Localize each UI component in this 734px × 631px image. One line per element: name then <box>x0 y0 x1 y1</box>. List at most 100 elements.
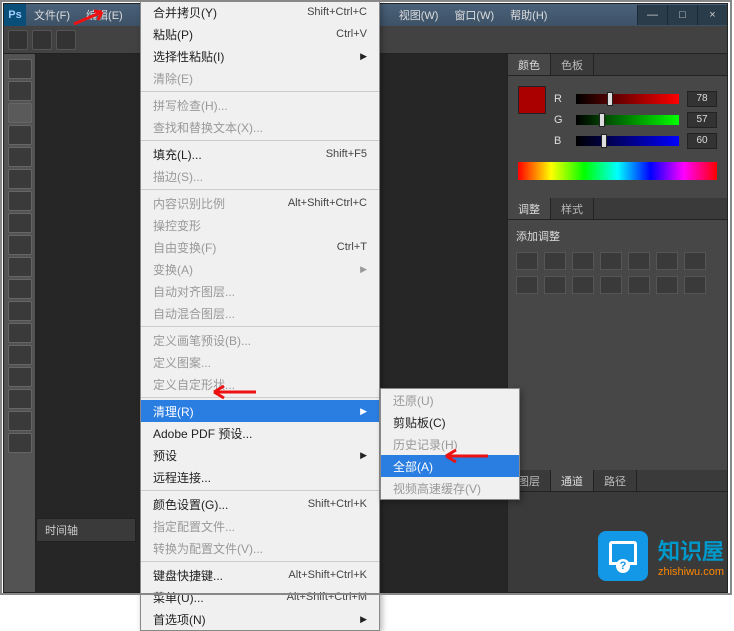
tab-color[interactable]: 颜色 <box>508 54 551 75</box>
adj-posterize-icon[interactable] <box>628 276 650 294</box>
channel-g-label: G <box>554 114 568 126</box>
slider-r[interactable] <box>576 94 679 104</box>
edit-menu-item-6: 查找和替换文本(X)... <box>141 116 379 138</box>
menu-file[interactable]: 文件(F) <box>26 4 78 26</box>
window-minimize[interactable]: — <box>637 5 667 25</box>
edit-menu-item-23[interactable]: Adobe PDF 预设... <box>141 422 379 444</box>
adj-bw-icon[interactable] <box>684 252 706 270</box>
tab-styles[interactable]: 样式 <box>551 198 594 219</box>
adj-photo-filter-icon[interactable] <box>516 276 538 294</box>
type-tool[interactable] <box>8 389 32 409</box>
gradient-tool[interactable] <box>8 301 32 321</box>
annotation-arrow-1 <box>72 8 112 28</box>
marquee-style-icon[interactable] <box>32 30 52 50</box>
path-tool[interactable] <box>8 411 32 431</box>
window-maximize[interactable]: □ <box>667 5 697 25</box>
edit-menu-item-11: 内容识别比例Alt+Shift+Ctrl+C <box>141 192 379 214</box>
color-spectrum[interactable] <box>518 162 717 180</box>
tab-paths[interactable]: 路径 <box>594 470 637 491</box>
eraser-tool[interactable] <box>8 279 32 299</box>
edit-menu-item-18: 定义画笔预设(B)... <box>141 329 379 351</box>
value-b[interactable]: 60 <box>687 133 717 149</box>
current-tool-icon[interactable] <box>8 30 28 50</box>
heal-tool[interactable] <box>8 191 32 211</box>
tab-adjustments[interactable]: 调整 <box>508 198 551 219</box>
watermark-icon <box>598 531 648 581</box>
edit-menu-item-29: 转换为配置文件(V)... <box>141 537 379 559</box>
blur-tool[interactable] <box>8 323 32 343</box>
color-panel: R 78 G 57 B 60 <box>508 76 727 198</box>
purge-submenu: 还原(U)剪贴板(C)历史记录(H)全部(A)视频高速缓存(V) <box>380 388 520 500</box>
edit-menu-item-15: 自动对齐图层... <box>141 280 379 302</box>
wand-tool[interactable] <box>8 125 32 145</box>
toolbox <box>4 54 36 592</box>
adj-threshold-icon[interactable] <box>656 276 678 294</box>
edit-menu-item-31[interactable]: 键盘快捷键...Alt+Shift+Ctrl+K <box>141 564 379 586</box>
slider-g[interactable] <box>576 115 679 125</box>
eyedropper-tool[interactable] <box>8 169 32 189</box>
watermark: 知识屋 zhishiwu.com <box>598 531 724 581</box>
edit-menu-item-9: 描边(S)... <box>141 165 379 187</box>
marquee-tool[interactable] <box>8 81 32 101</box>
edit-menu-item-16: 自动混合图层... <box>141 302 379 324</box>
value-r[interactable]: 78 <box>687 91 717 107</box>
edit-menu-item-25[interactable]: 远程连接... <box>141 466 379 488</box>
add-adjustment-label: 添加调整 <box>516 228 719 244</box>
adjustments-panel: 添加调整 <box>508 220 727 302</box>
adj-mixer-icon[interactable] <box>544 276 566 294</box>
window-close[interactable]: × <box>697 5 727 25</box>
channel-r-label: R <box>554 93 568 105</box>
edit-menu-item-28: 指定配置文件... <box>141 515 379 537</box>
shape-tool[interactable] <box>8 433 32 453</box>
tab-swatches[interactable]: 色板 <box>551 54 594 75</box>
annotation-arrow-3 <box>440 446 490 466</box>
edit-menu-item-32[interactable]: 菜单(U)...Alt+Shift+Ctrl+M <box>141 586 379 608</box>
watermark-url: zhishiwu.com <box>658 566 724 578</box>
tab-channels[interactable]: 通道 <box>551 470 594 491</box>
value-g[interactable]: 57 <box>687 112 717 128</box>
marquee-mode-icon[interactable] <box>56 30 76 50</box>
adj-vibrance-icon[interactable] <box>628 252 650 270</box>
history-brush-tool[interactable] <box>8 257 32 277</box>
edit-menu-item-27[interactable]: 颜色设置(G)...Shift+Ctrl+K <box>141 493 379 515</box>
menu-view[interactable]: 视图(W) <box>391 4 447 26</box>
pen-tool[interactable] <box>8 367 32 387</box>
adj-exposure-icon[interactable] <box>600 252 622 270</box>
annotation-arrow-2 <box>208 382 258 402</box>
edit-menu-item-0[interactable]: 合并拷贝(Y)Shift+Ctrl+C <box>141 1 379 23</box>
lasso-tool[interactable] <box>8 103 32 123</box>
edit-menu-item-13: 自由变换(F)Ctrl+T <box>141 236 379 258</box>
edit-menu-item-5: 拼写检查(H)... <box>141 94 379 116</box>
adj-levels-icon[interactable] <box>544 252 566 270</box>
timeline-panel-tab[interactable]: 时间轴 <box>36 518 136 542</box>
stamp-tool[interactable] <box>8 235 32 255</box>
brush-tool[interactable] <box>8 213 32 233</box>
edit-menu-item-3: 清除(E) <box>141 67 379 89</box>
edit-menu-item-24[interactable]: 预设▶ <box>141 444 379 466</box>
edit-menu-dropdown: 合并拷贝(Y)Shift+Ctrl+C粘贴(P)Ctrl+V选择性粘贴(I)▶清… <box>140 0 380 631</box>
adj-invert-icon[interactable] <box>600 276 622 294</box>
edit-menu-item-20: 定义自定形状... <box>141 373 379 395</box>
crop-tool[interactable] <box>8 147 32 167</box>
edit-menu-item-12: 操控变形 <box>141 214 379 236</box>
watermark-text: 知识屋 <box>658 539 724 564</box>
edit-menu-item-22[interactable]: 清理(R)▶ <box>141 400 379 422</box>
adj-lookup-icon[interactable] <box>572 276 594 294</box>
foreground-color[interactable] <box>518 86 546 114</box>
adj-brightness-icon[interactable] <box>516 252 538 270</box>
edit-menu-item-33[interactable]: 首选项(N)▶ <box>141 608 379 630</box>
menu-window[interactable]: 窗口(W) <box>446 4 502 26</box>
edit-menu-item-1[interactable]: 粘贴(P)Ctrl+V <box>141 23 379 45</box>
dodge-tool[interactable] <box>8 345 32 365</box>
adj-gradient-map-icon[interactable] <box>684 276 706 294</box>
menu-help[interactable]: 帮助(H) <box>502 4 555 26</box>
channel-b-label: B <box>554 135 568 147</box>
edit-menu-item-14: 变换(A)▶ <box>141 258 379 280</box>
move-tool[interactable] <box>8 59 32 79</box>
purge-item-1[interactable]: 剪贴板(C) <box>381 411 519 433</box>
adj-curves-icon[interactable] <box>572 252 594 270</box>
edit-menu-item-8[interactable]: 填充(L)...Shift+F5 <box>141 143 379 165</box>
edit-menu-item-2[interactable]: 选择性粘贴(I)▶ <box>141 45 379 67</box>
slider-b[interactable] <box>576 136 679 146</box>
adj-hue-icon[interactable] <box>656 252 678 270</box>
